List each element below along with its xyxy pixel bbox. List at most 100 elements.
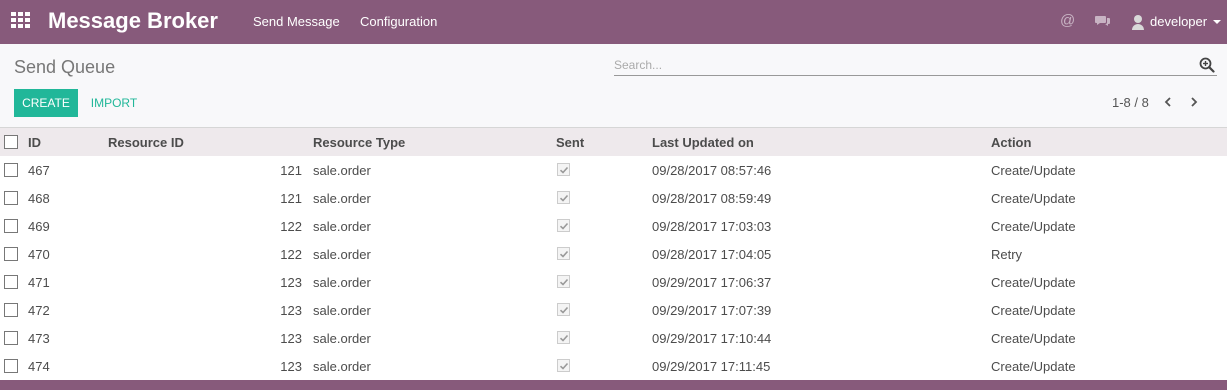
sent-checkbox	[557, 247, 570, 260]
table-row[interactable]: 472 123 sale.order 09/29/2017 17:07:39 Creat…	[0, 296, 1227, 324]
user-name: developer	[1150, 14, 1208, 29]
sent-checkbox	[557, 219, 570, 232]
cell-resource-id: 123	[280, 275, 302, 290]
cell-action: Retry	[991, 247, 1023, 262]
row-checkbox[interactable]	[4, 331, 18, 345]
table-row[interactable]: 471 123 sale.order 09/29/2017 17:06:37 Creat…	[0, 268, 1227, 296]
cell-resource-id: 121	[280, 191, 302, 206]
cell-resource-id: 121	[280, 163, 302, 178]
cell-id: 474	[28, 359, 50, 374]
cell-action: Create/Update	[991, 191, 1076, 206]
table-header-row: ID Resource ID Resource Type Sent Last U…	[0, 128, 1227, 156]
cell-action: Create/Update	[991, 219, 1076, 234]
chat-icon[interactable]	[1095, 15, 1111, 27]
cell-resource-type: sale.order	[313, 247, 371, 262]
table-row[interactable]: 470 122 sale.order 09/28/2017 17:04:05 Retry	[0, 240, 1227, 268]
cell-last-updated: 09/28/2017 08:57:46	[652, 163, 772, 178]
sent-checkbox	[557, 163, 570, 176]
cell-resource-type: sale.order	[313, 359, 371, 374]
cell-last-updated: 09/29/2017 17:11:45	[652, 359, 771, 374]
cell-resource-id: 123	[280, 303, 302, 318]
check-icon	[559, 222, 569, 230]
at-icon[interactable]: @	[1060, 12, 1075, 29]
search-bar	[614, 54, 1217, 76]
row-checkbox[interactable]	[4, 303, 18, 317]
check-icon	[559, 194, 569, 202]
sent-checkbox	[557, 275, 570, 288]
create-button[interactable]: CREATE	[14, 89, 78, 117]
cell-id: 472	[28, 303, 50, 318]
bottom-bar	[0, 380, 1227, 390]
menu-configuration[interactable]: Configuration	[360, 14, 437, 29]
pager-value[interactable]: 1-8 / 8	[1112, 95, 1149, 110]
check-icon	[559, 166, 569, 174]
cell-last-updated: 09/28/2017 17:04:05	[652, 247, 772, 262]
column-header-sent[interactable]: Sent	[556, 135, 584, 150]
check-icon	[559, 278, 569, 286]
import-button[interactable]: IMPORT	[84, 89, 144, 117]
row-checkbox[interactable]	[4, 219, 18, 233]
cell-action: Create/Update	[991, 331, 1076, 346]
column-header-resource-id[interactable]: Resource ID	[108, 135, 184, 150]
row-checkbox[interactable]	[4, 275, 18, 289]
check-icon	[559, 306, 569, 314]
check-icon	[559, 334, 569, 342]
cell-resource-id: 123	[280, 359, 302, 374]
table-row[interactable]: 474 123 sale.order 09/29/2017 17:11:45 Creat…	[0, 352, 1227, 380]
cell-resource-type: sale.order	[313, 191, 371, 206]
column-header-resource-type[interactable]: Resource Type	[313, 135, 405, 150]
breadcrumb: Send Queue	[14, 57, 116, 77]
cell-last-updated: 09/29/2017 17:10:44	[652, 331, 772, 346]
chevron-right-icon[interactable]	[1187, 94, 1201, 110]
cell-resource-id: 123	[280, 331, 302, 346]
cell-action: Create/Update	[991, 303, 1076, 318]
row-checkbox[interactable]	[4, 191, 18, 205]
cell-resource-type: sale.order	[313, 331, 371, 346]
cell-resource-id: 122	[280, 247, 302, 262]
search-input[interactable]	[614, 56, 1194, 74]
cell-resource-type: sale.order	[313, 275, 371, 290]
row-checkbox[interactable]	[4, 163, 18, 177]
control-panel: Send Queue CREATE IMPORT 1-8 / 8	[0, 44, 1227, 128]
sent-checkbox	[557, 191, 570, 204]
cell-last-updated: 09/28/2017 08:59:49	[652, 191, 772, 206]
cell-id: 470	[28, 247, 50, 262]
table-row[interactable]: 468 121 sale.order 09/28/2017 08:59:49 Creat…	[0, 184, 1227, 212]
menu-send-message[interactable]: Send Message	[253, 14, 340, 29]
apps-grid-icon[interactable]	[11, 12, 31, 30]
check-icon	[559, 250, 569, 258]
cell-resource-type: sale.order	[313, 219, 371, 234]
row-checkbox[interactable]	[4, 247, 18, 261]
sent-checkbox	[557, 359, 570, 372]
select-all-checkbox[interactable]	[4, 135, 18, 149]
cell-id: 469	[28, 219, 50, 234]
cell-action: Create/Update	[991, 359, 1076, 374]
search-zoom-icon[interactable]	[1199, 57, 1215, 73]
cell-last-updated: 09/29/2017 17:07:39	[652, 303, 772, 318]
row-checkbox[interactable]	[4, 359, 18, 373]
cell-id: 467	[28, 163, 50, 178]
column-header-action[interactable]: Action	[991, 135, 1031, 150]
table-row[interactable]: 473 123 sale.order 09/29/2017 17:10:44 Creat…	[0, 324, 1227, 352]
cell-resource-type: sale.order	[313, 163, 371, 178]
cell-last-updated: 09/29/2017 17:06:37	[652, 275, 772, 290]
sent-checkbox	[557, 331, 570, 344]
user-avatar-icon	[1132, 15, 1144, 30]
cell-id: 473	[28, 331, 50, 346]
app-title: Message Broker	[48, 8, 218, 33]
cell-id: 468	[28, 191, 50, 206]
column-header-id[interactable]: ID	[28, 135, 41, 150]
cell-action: Create/Update	[991, 163, 1076, 178]
cell-id: 471	[28, 275, 50, 290]
top-navbar: Message Broker Send Message Configuratio…	[0, 0, 1227, 44]
table-row[interactable]: 469 122 sale.order 09/28/2017 17:03:03 Creat…	[0, 212, 1227, 240]
cell-resource-id: 122	[280, 219, 302, 234]
cell-action: Create/Update	[991, 275, 1076, 290]
chevron-left-icon[interactable]	[1161, 94, 1175, 110]
cell-last-updated: 09/28/2017 17:03:03	[652, 219, 772, 234]
records-list: ID Resource ID Resource Type Sent Last U…	[0, 128, 1227, 380]
cell-resource-type: sale.order	[313, 303, 371, 318]
table-row[interactable]: 467 121 sale.order 09/28/2017 08:57:46 Creat…	[0, 156, 1227, 184]
column-header-last-updated[interactable]: Last Updated on	[652, 135, 754, 150]
check-icon	[559, 362, 569, 370]
